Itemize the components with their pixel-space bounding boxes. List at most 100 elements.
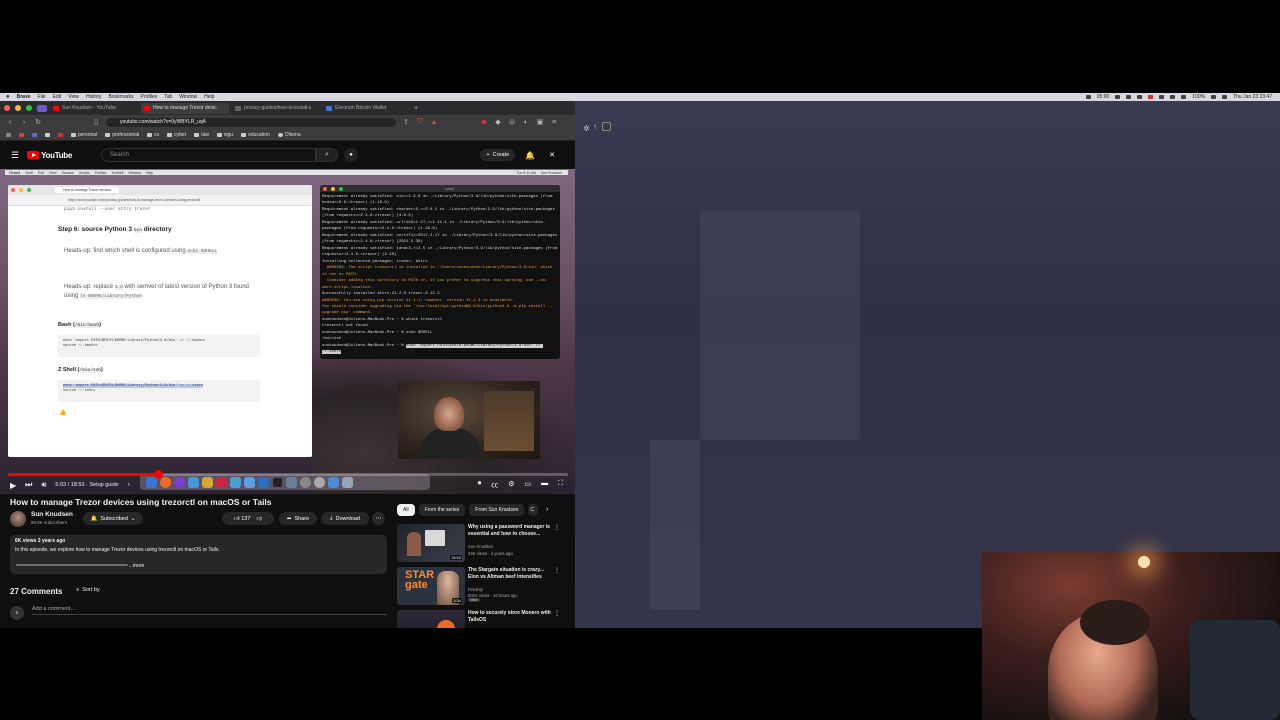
menu-file[interactable]: File [38,94,46,100]
status-icon[interactable] [1159,95,1165,99]
share-icon[interactable]: ⇪ [402,118,410,126]
bookmark-wgu[interactable]: wgu [216,132,233,138]
video-thumbnail[interactable]: STAR gate 3:34 [397,567,465,605]
chip-from-sun-knudsen[interactable]: From Sun Knudsen [469,504,525,516]
status-icon[interactable] [1170,95,1176,99]
status-icon[interactable] [1085,95,1091,99]
more-vert-icon[interactable]: ⋮ [554,610,560,617]
status-icon[interactable] [1115,95,1121,99]
bookmark-icon-shortcut[interactable] [19,132,24,137]
captions-icon[interactable]: ㏄ [491,480,498,490]
create-button[interactable]: + Create [480,149,516,161]
menu-help[interactable]: Help [204,94,214,100]
menu-edit[interactable]: Edit [53,94,62,100]
chevron-right-icon[interactable]: › [546,506,548,513]
bookmark-law[interactable]: law [194,132,209,138]
related-video-title[interactable]: Why using a password manager is essentia… [468,524,553,538]
close-window-icon[interactable] [4,105,10,111]
rewards-icon[interactable]: ▲ [430,119,438,126]
tab-sun-knudsen-youtube[interactable]: Sun Knudsen - YouTube [50,103,138,114]
volume-icon[interactable]: 🔊︎ [41,480,46,490]
chip-more[interactable]: C [528,504,539,516]
microphone-icon[interactable]: ● [344,148,359,162]
hamburger-menu-icon[interactable]: ☰ [11,150,19,161]
fullscreen-icon[interactable]: ⛶ [558,480,563,490]
bookmark-icon[interactable]: ▯ [92,118,100,126]
related-video-channel[interactable]: Fireship [468,587,483,592]
thumbs-up-icon[interactable]: 👍︎ 137 [234,516,250,522]
settings-gear-icon[interactable]: ⚙ [508,480,514,490]
status-icon[interactable] [1126,95,1132,99]
thumbs-down-icon[interactable]: 👎︎ [256,516,262,522]
forward-icon[interactable]: › [20,119,28,126]
window-box-icon[interactable] [602,122,611,131]
description-box[interactable]: 6K views 3 years ago In this episode, we… [10,535,387,574]
bookmark-icon-shortcut[interactable] [32,132,37,137]
video-player[interactable]: iTerm2 Shell Edit View Session Scripts P… [0,169,575,494]
channel-avatar[interactable] [10,511,26,527]
youtube-logo[interactable]: YouTube [27,151,72,160]
related-video-channel[interactable]: Sun Knudsen [468,544,493,549]
sort-by-button[interactable]: ≡ Sort by [76,587,100,593]
menu-view[interactable]: View [68,94,79,100]
add-comment-input[interactable]: Add a comment... [32,606,387,615]
menubar-date[interactable]: Thu Jan 23 23:47 [1233,94,1272,100]
related-video[interactable]: STAR gate 3:34 The Stargate situation is … [397,567,565,607]
wallet-icon[interactable]: ▣ [536,118,544,126]
extension-icon[interactable]: ◐ [522,119,530,126]
miniplayer-icon[interactable]: ▭ [524,480,531,490]
related-video[interactable]: 15:53 Why using a password manager is es… [397,524,565,564]
status-icon[interactable] [1148,95,1154,99]
search-input[interactable]: Search [101,148,317,162]
share-button[interactable]: ➦ Share [279,512,317,525]
brave-shields-icon[interactable]: ⛉ [416,118,424,126]
extension-icon[interactable]: ◎ [508,118,516,126]
search-icon[interactable]: ⌕ [316,148,339,162]
download-button[interactable]: ⤓ Download [321,512,369,525]
chip-from-series[interactable]: From the series [418,504,466,516]
back-icon[interactable]: ‹ [6,119,14,126]
more-actions-icon[interactable]: ⋯ [372,512,385,525]
menu-tab[interactable]: Tab [164,94,172,100]
wifi-icon[interactable] [1181,95,1187,99]
notifications-bell-icon[interactable]: 🔔 [525,151,535,160]
channel-name[interactable]: Sun Knudsen [31,511,73,518]
extension-icon[interactable]: ■ [480,119,488,126]
tab-trezor-video[interactable]: How to manage Trezor devic [141,102,229,114]
bookmark-icon-shortcut[interactable] [58,132,63,137]
bookmark-ollama[interactable]: Ollama [277,132,301,138]
video-thumbnail[interactable]: 15:53 [397,524,465,562]
autoplay-toggle-icon[interactable]: ⏺ [478,480,482,490]
control-center-icon[interactable] [1222,95,1228,99]
settings-icon[interactable]: ✲ [583,124,590,133]
more-vert-icon[interactable]: ⋮ [554,567,560,574]
more-vert-icon[interactable]: ⋮ [554,524,560,531]
video-thumbnail[interactable] [397,610,465,628]
menu-history[interactable]: History [86,94,102,100]
theater-mode-icon[interactable]: ▬ [541,480,548,490]
play-icon[interactable]: ▶ [10,481,16,490]
bookmark-education[interactable]: education [241,132,270,138]
zoom-window-icon[interactable] [26,105,32,111]
subscribed-button[interactable]: 🔔 Subscribed ⌄ [83,512,143,525]
status-icon[interactable] [1137,95,1143,99]
sidebar-toggle-icon[interactable] [37,104,47,112]
related-video[interactable]: How to securely store Monero with TailsO… [397,610,565,628]
chip-all[interactable]: All [397,504,415,516]
bookmark-professional[interactable]: professional [105,132,139,138]
bookmark-icon-shortcut[interactable] [6,132,11,137]
related-video-title[interactable]: The Stargate situation is crazy... Elon … [468,567,553,581]
url-field[interactable]: youtube.com/watch?v=0yWBYLR_uqA [106,117,396,127]
github-bookmark-icon[interactable] [45,132,50,137]
tab-electrum[interactable]: Electrum Bitcoin Wallet [323,103,411,114]
chapter-chevron-icon[interactable]: › [128,482,130,488]
menu-bookmarks[interactable]: Bookmarks [109,94,134,100]
tab-privacy-guides[interactable]: privacy-guides/how-to-install-s [232,103,320,114]
reload-icon[interactable]: ↻ [34,118,42,126]
related-video-title[interactable]: How to securely store Monero with TailsO… [468,610,553,624]
bookmark-cv[interactable]: cv [147,132,159,138]
menu-icon[interactable]: ≡ [550,119,558,126]
menu-profiles[interactable]: Profiles [141,94,158,100]
menu-window[interactable]: Window [179,94,197,100]
next-icon[interactable]: ⏭ [25,480,32,490]
